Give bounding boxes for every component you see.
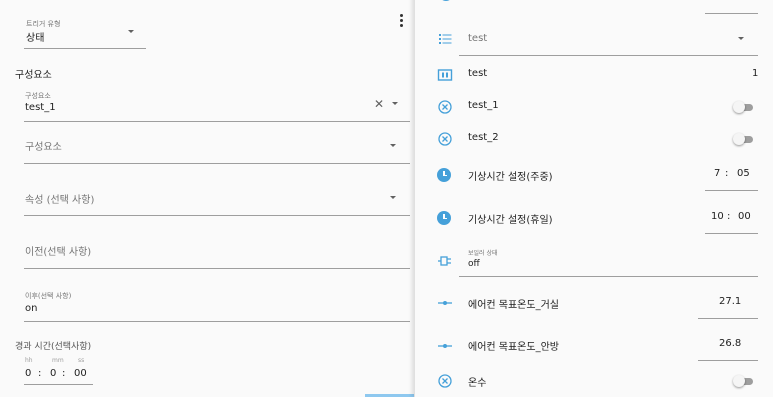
wake-holiday-label: 기상시간 설정(휴일): [468, 215, 553, 226]
duration-seconds-input[interactable]: 00: [74, 368, 87, 379]
field-underline: [24, 163, 410, 164]
duration-hours-input[interactable]: 0: [25, 368, 31, 379]
duration-underline: [24, 384, 93, 385]
boiler-state-row: 보일러 상태 off: [415, 245, 773, 277]
kebab-menu-icon[interactable]: [397, 14, 405, 30]
clear-icon[interactable]: ✕: [374, 98, 384, 110]
hours-label: hh: [25, 357, 33, 364]
dropdown-arrow-icon[interactable]: [738, 37, 744, 40]
to-state-input[interactable]: 이후(선택 사항) on: [24, 285, 410, 322]
wake-holiday-row: 기상시간 설정(휴일) 10 : 00: [415, 205, 773, 237]
switch-row-test-2: test_2: [415, 129, 773, 151]
time-separator: :: [62, 368, 66, 379]
toggle-switch[interactable]: [733, 375, 755, 387]
time-separator: :: [38, 368, 42, 379]
trigger-type-select[interactable]: 트리거 유형 상태: [24, 17, 146, 49]
ac-living-label: 에어컨 목표온도_거실: [468, 300, 559, 311]
hour-input[interactable]: 10: [711, 211, 724, 222]
time-separator: :: [727, 211, 731, 222]
seconds-label: ss: [78, 357, 85, 364]
counter-icon: [437, 67, 453, 83]
hour-input[interactable]: 7: [714, 168, 720, 179]
field-underline: [24, 215, 410, 216]
component-placeholder: 구성요소: [25, 142, 62, 153]
ac-living-input[interactable]: 27.1: [719, 296, 741, 307]
toggle-switch[interactable]: [733, 101, 755, 113]
field-underline: [24, 121, 410, 122]
toggle-switch[interactable]: [733, 133, 755, 145]
boolean-icon: [437, 253, 453, 269]
clock-icon: [437, 211, 453, 227]
close-circle-icon: [437, 373, 453, 389]
field-underline: [24, 268, 410, 269]
ac-room-row: 에어컨 목표온도_안방 26.8: [415, 331, 773, 363]
counter-value: 1: [752, 68, 759, 79]
list-icon: [437, 31, 453, 47]
hot-water-label: 온수: [468, 378, 487, 389]
duration-minutes-input[interactable]: 0: [50, 368, 56, 379]
clock-icon: [437, 168, 453, 184]
slider-icon: [437, 295, 453, 311]
close-circle-icon: [437, 131, 453, 147]
trigger-editor-card: 트리거 유형 상태 구성요소 구성요소 test_1 ✕ 구성요소 속성 (선택…: [0, 0, 418, 397]
ac-room-label: 에어컨 목표온도_안방: [468, 342, 559, 353]
field-underline: [24, 48, 146, 49]
field-underline: [705, 190, 758, 191]
close-circle-icon: [437, 99, 453, 115]
entities-card: test test 1 test_1 test_2 기상시간 설정(주중) 7 …: [414, 0, 773, 397]
switch-row-test-1: test_1: [415, 97, 773, 119]
dropdown-arrow-icon: [128, 30, 134, 33]
counter-row: test 1: [415, 64, 773, 86]
field-underline: [459, 55, 758, 56]
wake-weekday-label: 기상시간 설정(주중): [468, 172, 553, 183]
from-state-input[interactable]: 이전(선택 사항): [24, 232, 410, 269]
to-label: 이후(선택 사항): [25, 292, 72, 300]
dropdown-arrow-icon[interactable]: [392, 102, 398, 105]
field-underline: [705, 233, 758, 234]
input-select-row: test: [415, 24, 773, 56]
component-combobox-2[interactable]: 구성요소: [24, 130, 410, 164]
component-label: 구성요소: [25, 92, 51, 100]
trigger-type-label: 트리거 유형: [26, 20, 61, 28]
switch-label: test_1: [468, 100, 499, 111]
hot-water-row: 온수: [415, 372, 773, 394]
trigger-type-value: 상태: [26, 33, 45, 44]
field-underline: [459, 276, 758, 277]
component-combobox-1[interactable]: 구성요소 test_1 ✕: [24, 86, 410, 122]
ac-room-input[interactable]: 26.8: [719, 338, 741, 349]
to-value: on: [25, 303, 38, 314]
slider-icon: [437, 338, 453, 354]
ac-living-row: 에어컨 목표온도_거실 27.1: [415, 289, 773, 321]
component-value: test_1: [25, 102, 56, 113]
dropdown-arrow-icon[interactable]: [390, 144, 396, 147]
time-separator: :: [725, 168, 729, 179]
dropdown-arrow-icon[interactable]: [390, 196, 396, 199]
field-underline: [698, 360, 758, 361]
minutes-label: mm: [52, 357, 64, 364]
duration-label: 경과 시간(선택사항): [15, 342, 92, 352]
input-select-value[interactable]: test: [468, 33, 487, 44]
attribute-select[interactable]: 속성 (선택 사항): [24, 180, 410, 216]
boiler-state-label: 보일러 상태: [468, 250, 498, 257]
clock-icon: [439, 0, 453, 1]
field-underline: [705, 13, 758, 14]
wake-weekday-row: 기상시간 설정(주중) 7 : 05: [415, 162, 773, 194]
counter-label: test: [468, 68, 488, 79]
field-underline: [24, 321, 410, 322]
switch-label: test_2: [468, 132, 499, 143]
minute-input[interactable]: 00: [738, 211, 751, 222]
section-title-components: 구성요소: [15, 70, 52, 81]
minute-input[interactable]: 05: [737, 168, 750, 179]
boiler-state-value[interactable]: off: [468, 259, 480, 269]
from-placeholder: 이전(선택 사항): [25, 247, 92, 258]
field-underline: [698, 318, 758, 319]
attribute-placeholder: 속성 (선택 사항): [25, 195, 95, 206]
